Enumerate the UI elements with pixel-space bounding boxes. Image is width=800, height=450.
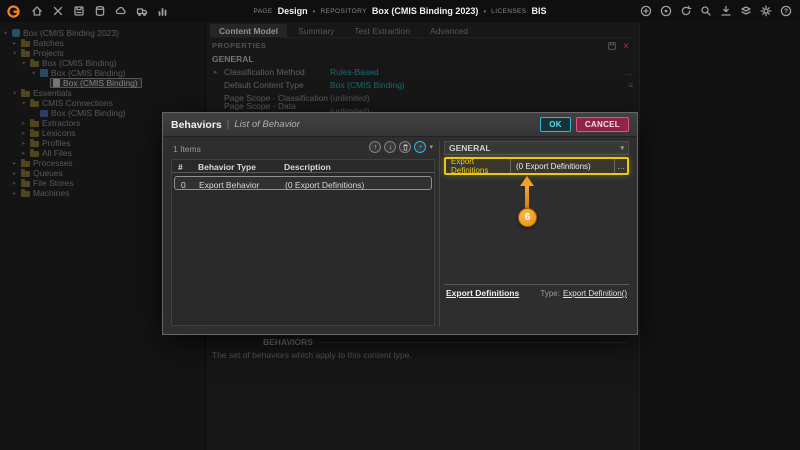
search-icon[interactable] xyxy=(699,5,712,18)
truck-icon[interactable] xyxy=(135,5,148,18)
items-count: 1 Items xyxy=(173,144,201,154)
column-behavior-type: Behavior Type xyxy=(198,162,256,172)
field-label: Export Definitions xyxy=(446,157,510,175)
export-definitions-field-highlighted[interactable]: Export Definitions (0 Export Definitions… xyxy=(444,157,629,175)
license-label: LICENSES xyxy=(491,8,526,15)
behavior-table: # Behavior Type Description 0 Export Beh… xyxy=(171,159,435,326)
behavior-properties-panel: GENERAL ▾ Export Definitions (0 Export D… xyxy=(444,141,629,326)
ok-button[interactable]: OK xyxy=(540,117,571,132)
refresh-icon[interactable] xyxy=(679,5,692,18)
help-icon[interactable]: ? xyxy=(779,5,792,18)
add-item-icon[interactable]: + xyxy=(414,141,426,153)
type-label: Type: xyxy=(540,289,560,298)
list-toolbar: ↑ ↓ + ▾ xyxy=(369,141,433,153)
save-icon[interactable] xyxy=(72,5,85,18)
table-header-row: # Behavior Type Description xyxy=(172,160,434,173)
column-number: # xyxy=(178,162,183,172)
dialog-subtitle: List of Behavior xyxy=(234,119,299,130)
page-label: PAGE xyxy=(253,8,272,15)
dialog-title: Behaviors xyxy=(171,119,222,131)
dialog-header: Behaviors | List of Behavior OK CANCEL xyxy=(163,113,637,137)
settings-gear-icon[interactable] xyxy=(759,5,772,18)
cloud-icon[interactable] xyxy=(114,5,127,18)
page-value[interactable]: Design xyxy=(278,6,308,16)
column-description: Description xyxy=(284,162,331,172)
record-icon[interactable] xyxy=(659,5,672,18)
cancel-button[interactable]: CANCEL xyxy=(576,117,629,132)
delete-icon[interactable] xyxy=(399,141,411,153)
help-title: Export Definitions xyxy=(446,288,519,298)
type-link[interactable]: Export Definition() xyxy=(563,289,627,298)
license-value[interactable]: BIS xyxy=(532,6,547,16)
callout-step-badge: 6 xyxy=(518,208,537,227)
add-dropdown-icon[interactable]: ▾ xyxy=(429,143,433,151)
app-logo-icon xyxy=(6,4,21,19)
top-bar: PAGE Design • REPOSITORY Box (CMIS Bindi… xyxy=(0,0,800,22)
context-breadcrumb: PAGE Design • REPOSITORY Box (CMIS Bindi… xyxy=(253,0,546,22)
panel-divider xyxy=(439,141,440,326)
home-icon[interactable] xyxy=(30,5,43,18)
database-icon[interactable] xyxy=(93,5,106,18)
repository-label: REPOSITORY xyxy=(320,8,366,15)
callout-arrow-shaft xyxy=(525,185,529,209)
download-icon[interactable] xyxy=(719,5,732,18)
layers-icon[interactable] xyxy=(739,5,752,18)
move-down-icon[interactable]: ↓ xyxy=(384,141,396,153)
svg-text:?: ? xyxy=(783,8,787,15)
tools-icon[interactable] xyxy=(51,5,64,18)
field-help-panel: Export Definitions Type: Export Definiti… xyxy=(446,288,627,298)
ellipsis-button[interactable]: … xyxy=(614,159,627,173)
field-value[interactable]: (0 Export Definitions) xyxy=(511,162,614,171)
repository-value[interactable]: Box (CMIS Binding 2023) xyxy=(372,6,479,16)
bar-chart-icon[interactable] xyxy=(156,5,169,18)
general-group-header[interactable]: GENERAL ▾ xyxy=(444,141,629,155)
chevron-down-icon[interactable]: ▾ xyxy=(620,144,624,152)
behaviors-dialog: Behaviors | List of Behavior OK CANCEL 1… xyxy=(162,112,638,335)
behavior-list-panel: 1 Items ↑ ↓ + ▾ # Behavior Type Descript… xyxy=(171,141,435,326)
table-row-selected[interactable]: 0 Export Behavior (0 Export Definitions) xyxy=(174,176,432,190)
add-icon[interactable] xyxy=(639,5,652,18)
move-up-icon[interactable]: ↑ xyxy=(369,141,381,153)
divider xyxy=(444,284,629,285)
